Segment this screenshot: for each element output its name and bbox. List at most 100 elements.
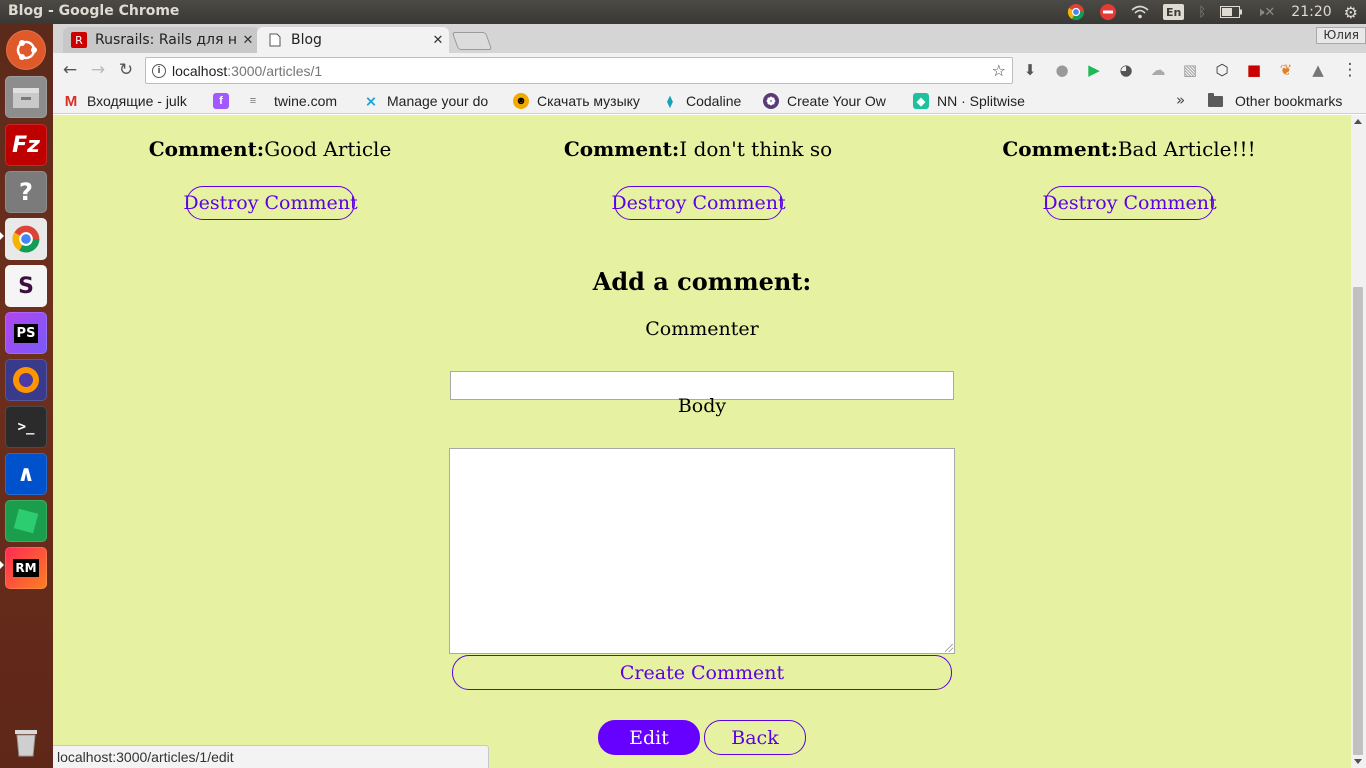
bookmark-label: NN · Splitwise <box>937 93 1025 109</box>
back-arrow-icon[interactable]: ← <box>59 59 81 81</box>
page-viewport: Comment:Good Article Comment:I don't thi… <box>53 115 1351 768</box>
keyboard-layout-indicator[interactable]: En <box>1163 4 1185 20</box>
destroy-comment-button[interactable]: Destroy Comment <box>1042 186 1217 220</box>
site-info-icon[interactable]: i <box>152 63 166 78</box>
bookmark-label: Create Your Ow <box>787 93 886 109</box>
wifi-icon[interactable] <box>1131 0 1149 24</box>
forward-arrow-icon[interactable]: → <box>87 59 109 81</box>
chrome-launcher-icon[interactable] <box>5 218 47 260</box>
system-tray: En ᛒ 🕨✕ 21:20 ⚙ <box>1053 0 1366 24</box>
resize-grip-icon[interactable] <box>945 644 953 652</box>
other-bookmarks[interactable]: Other bookmarks <box>1208 91 1342 111</box>
body-textarea[interactable] <box>449 448 955 654</box>
page-favicon <box>267 32 283 48</box>
bookmark-manage[interactable]: ⨯ Manage your do <box>363 91 501 111</box>
firefox-icon[interactable] <box>5 359 47 401</box>
scroll-up-arrow-icon[interactable] <box>1354 119 1362 124</box>
destroy-comment-button[interactable]: Destroy Comment <box>183 186 358 220</box>
bookmark-twine[interactable]: ≡ twine.com <box>240 91 346 111</box>
cube-icon[interactable]: ⬡ <box>1211 59 1233 81</box>
bookmark-music[interactable]: ☻ Скачать музыку <box>513 91 651 111</box>
edit-link[interactable]: Edit <box>598 720 700 755</box>
address-url[interactable]: localhost:3000/articles/1 <box>172 63 992 79</box>
tab-blog[interactable]: Blog ✕ <box>257 27 449 53</box>
files-icon[interactable] <box>5 76 47 118</box>
commenter-label: Commenter <box>645 318 759 340</box>
cloud-icon[interactable]: ☁ <box>1147 59 1169 81</box>
body-label: Body <box>677 395 727 417</box>
other-bookmarks-label: Other bookmarks <box>1235 93 1343 109</box>
feather-icon[interactable]: ❦ <box>1275 59 1297 81</box>
scroll-down-arrow-icon[interactable] <box>1354 759 1362 764</box>
trash-icon[interactable] <box>5 720 47 762</box>
url-host: localhost <box>172 62 228 79</box>
battery-icon[interactable] <box>1220 0 1243 24</box>
running-indicator <box>0 561 4 569</box>
bookmark-label: twine.com <box>274 93 338 109</box>
back-link[interactable]: Back <box>704 720 806 755</box>
bookmark-star-icon[interactable]: ☆ <box>992 61 1006 80</box>
screenshot-icon[interactable]: ▧ <box>1179 59 1201 81</box>
gear-icon[interactable]: ⚙ <box>1344 0 1358 24</box>
browser-toolbar: ← → ↻ i localhost:3000/articles/1 ☆ ⬇ ● … <box>53 53 1366 87</box>
comment-prefix: Comment: <box>563 137 680 161</box>
filezilla-icon[interactable]: Fz <box>5 124 47 166</box>
terminal-icon[interactable]: >_ <box>5 406 47 448</box>
menu-dots-icon[interactable]: ⋮ <box>1339 59 1361 81</box>
reload-icon[interactable]: ↻ <box>115 59 137 81</box>
comment-text: I don't think so <box>679 137 833 161</box>
window-title: Blog - Google Chrome <box>8 3 180 19</box>
scrollbar-thumb[interactable] <box>1353 287 1363 755</box>
bitbucket-icon[interactable]: ∧ <box>5 453 47 495</box>
create-icon: ❁ <box>763 93 779 109</box>
bookmark-splitwise[interactable]: ◆ NN · Splitwise <box>913 91 1043 111</box>
bookmark-codaline[interactable]: ⧫ Codaline <box>662 91 754 111</box>
chrome-tray-icon[interactable] <box>1067 0 1085 24</box>
new-tab-button[interactable] <box>451 32 493 50</box>
close-icon[interactable]: ✕ <box>427 33 449 48</box>
address-bar[interactable]: i localhost:3000/articles/1 ☆ <box>145 57 1013 84</box>
volume-muted-icon[interactable]: 🕨✕ <box>1256 0 1275 24</box>
bookmark-figma[interactable]: f <box>213 91 233 111</box>
extensions-bar: ⬇ ● ▶ ◕ ☁ ▧ ⬡ ■ ❦ ▲ ⋮ <box>1019 59 1361 81</box>
download-icon[interactable]: ⬇ <box>1019 59 1041 81</box>
help-icon[interactable]: ? <box>5 171 47 213</box>
page-scrollbar[interactable] <box>1351 115 1366 768</box>
bookmark-create[interactable]: ❁ Create Your Ow <box>763 91 899 111</box>
profile-badge[interactable]: Юлия <box>1316 27 1366 44</box>
url-path: :3000/articles/1 <box>227 62 323 79</box>
destroy-comment-button[interactable]: Destroy Comment <box>611 186 786 220</box>
bookmark-label: Codaline <box>686 93 742 109</box>
create-comment-button[interactable]: Create Comment <box>452 655 952 690</box>
vector-icon: ⨯ <box>365 92 377 109</box>
tab-rusrails[interactable]: R Rusrails: Rails для н ✕ <box>63 27 259 53</box>
bookmark-gmail[interactable]: M Входящие - julk <box>63 91 200 111</box>
os-top-panel: Blog - Google Chrome En ᛒ 🕨✕ 21:20 ⚙ <box>0 0 1366 24</box>
tab-strip: R Rusrails: Rails для н ✕ Blog ✕ Юлия <box>53 24 1366 53</box>
twine-icon: ≡ <box>249 95 257 107</box>
clock[interactable]: 21:20 <box>1291 0 1331 24</box>
drive-icon[interactable]: ▲ <box>1307 59 1329 81</box>
browser-window: R Rusrails: Rails для н ✕ Blog ✕ Юлия ← … <box>53 24 1366 768</box>
more-bookmarks-chevron-icon[interactable]: » <box>1176 91 1185 109</box>
spy-icon[interactable]: ◕ <box>1115 59 1137 81</box>
green-app-icon[interactable] <box>5 500 47 542</box>
gmail-icon: M <box>64 92 78 110</box>
folder-icon <box>1208 92 1223 107</box>
lastpass-icon[interactable]: ■ <box>1243 59 1265 81</box>
comment-text: Good Article <box>264 137 392 161</box>
phpstorm-icon[interactable]: PS <box>5 312 47 354</box>
close-icon[interactable]: ✕ <box>237 33 259 48</box>
comment-item: Comment:I don't think so <box>564 137 832 161</box>
ubuntu-dash-icon[interactable] <box>6 30 46 70</box>
no-entry-icon[interactable] <box>1099 0 1117 24</box>
globe-icon[interactable]: ● <box>1051 59 1073 81</box>
launcher: Fz ? S PS >_ ∧ RM <box>0 24 53 768</box>
comment-text: Bad Article!!! <box>1117 137 1256 161</box>
play-icon[interactable]: ▶ <box>1083 59 1105 81</box>
comment-prefix: Comment: <box>1002 137 1118 161</box>
comment-item: Comment:Good Article <box>149 137 392 161</box>
slack-icon[interactable]: S <box>5 265 47 307</box>
bluetooth-icon[interactable]: ᛒ <box>1198 0 1206 24</box>
rubymine-icon[interactable]: RM <box>5 547 47 589</box>
